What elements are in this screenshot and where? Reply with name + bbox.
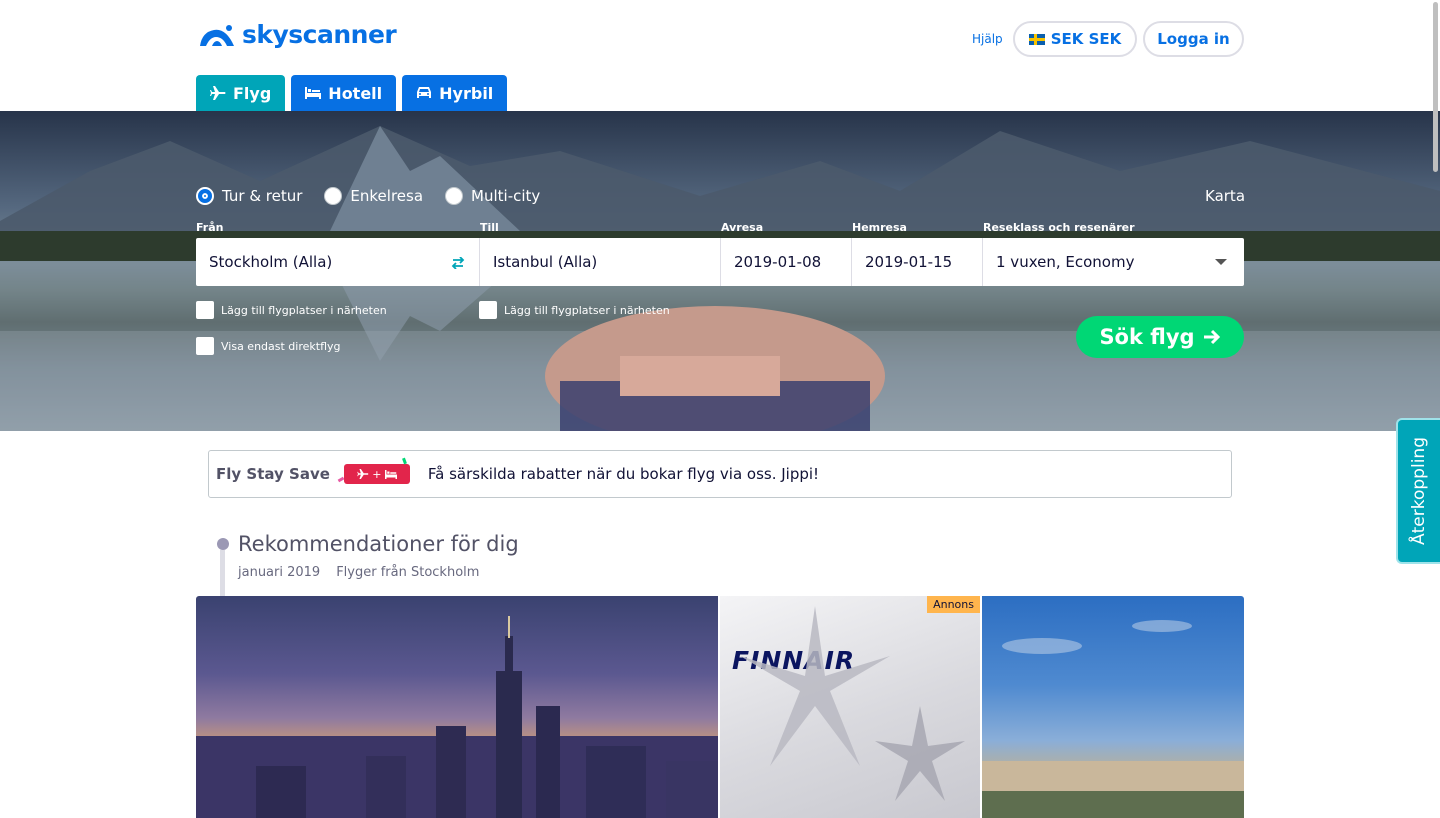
from-label: Från [196, 221, 224, 234]
plane-icon [357, 469, 369, 479]
timeline-dot [217, 538, 229, 550]
checkbox-label: Visa endast direktflyg [221, 339, 341, 353]
search-hero: Tur & retur Enkelresa Multi-city Karta F… [0, 111, 1440, 431]
checkbox[interactable] [196, 337, 214, 355]
map-link[interactable]: Karta [1205, 187, 1245, 205]
tab-label: Hyrbil [439, 83, 494, 103]
arrow-right-icon [1203, 329, 1220, 345]
depart-date-input[interactable]: 2019-01-08 [721, 238, 852, 286]
ad-label: Annons [927, 596, 980, 613]
plane-icon [210, 86, 226, 100]
promo-text: Få särskilda rabatter när du bokar flyg … [427, 465, 820, 483]
city-skyline-image [196, 616, 718, 818]
search-flights-button[interactable]: Sök flyg [1076, 316, 1244, 358]
tab-label: Flyg [233, 83, 272, 103]
top-header: skyscanner Hjälp SEK SEK Logga in Flyg H… [0, 0, 1440, 111]
to-label: Till [480, 221, 499, 234]
return-date-input[interactable]: 2019-01-15 [852, 238, 983, 286]
car-icon [417, 87, 432, 98]
recommendations-origin: Flyger från Stockholm [336, 565, 480, 580]
tab-car-hire[interactable]: Hyrbil [402, 75, 508, 111]
flight-hotel-badge: + [343, 464, 410, 484]
tab-label: Hotell [328, 83, 383, 103]
return-label: Hemresa [852, 221, 907, 234]
recommendations-subtitle: januari 2019 Flyger från Stockholm [238, 565, 479, 580]
from-input[interactable]: Stockholm (Alla) [196, 238, 480, 286]
checkbox-label: Lägg till flygplatser i närheten [504, 303, 670, 317]
bed-icon [384, 469, 397, 479]
logo-text: skyscanner [242, 20, 397, 49]
trip-type-label: Enkelresa [350, 187, 424, 205]
bed-icon [305, 87, 322, 99]
radio-button[interactable] [324, 187, 343, 205]
trip-type-multi-city[interactable]: Multi-city [445, 187, 540, 205]
trip-type-label: Multi-city [471, 187, 541, 205]
product-tabs: Flyg Hotell Hyrbil [196, 75, 508, 111]
checkbox-label: Lägg till flygplatser i närheten [221, 303, 387, 317]
search-button-label: Sök flyg [1099, 325, 1195, 349]
to-input[interactable]: Istanbul (Alla) [480, 238, 721, 286]
city-waterfront-image [982, 620, 1244, 818]
finnair-ad-card[interactable]: FINNAIR Annons [720, 596, 980, 818]
login-button[interactable]: Logga in [1143, 21, 1244, 57]
feedback-tab[interactable]: Återkoppling [1396, 418, 1440, 564]
tab-hotels[interactable]: Hotell [291, 75, 397, 111]
fly-stay-save-banner[interactable]: Fly Stay Save + Få särskilda rabatter nä… [208, 450, 1232, 498]
checkbox[interactable] [479, 301, 497, 319]
recommendation-card-city[interactable] [982, 596, 1244, 818]
swap-icon[interactable] [451, 257, 465, 269]
recommendations-month: januari 2019 [238, 565, 321, 580]
recommendations-title: Rekommendationer för dig [238, 532, 519, 556]
cloud-logo-icon [200, 24, 234, 46]
page-scrollbar[interactable] [1433, 2, 1438, 172]
checkbox[interactable] [196, 301, 214, 319]
trip-type-one-way[interactable]: Enkelresa [324, 187, 423, 205]
currency-button[interactable]: SEK SEK [1013, 21, 1137, 57]
chevron-down-icon[interactable] [1215, 259, 1227, 265]
sweden-flag-icon [1028, 33, 1045, 45]
radio-button[interactable] [196, 187, 214, 205]
feedback-label: Återkoppling [1409, 437, 1429, 545]
badge-plus: + [372, 467, 382, 481]
skyscanner-logo[interactable]: skyscanner [196, 20, 397, 49]
trip-type-options: Tur & retur Enkelresa Multi-city [196, 187, 540, 205]
nearby-to-checkbox[interactable]: Lägg till flygplatser i närheten [479, 301, 670, 319]
help-link[interactable]: Hjälp [972, 32, 1003, 46]
tab-flights[interactable]: Flyg [196, 75, 286, 111]
search-form: Tur & retur Enkelresa Multi-city Karta F… [0, 111, 1440, 431]
currency-label: SEK SEK [1050, 30, 1122, 48]
trip-type-round-trip[interactable]: Tur & retur [196, 187, 302, 205]
star-decoration-image [740, 606, 965, 801]
class-label: Reseklass och resenärer [983, 221, 1135, 234]
direct-only-checkbox[interactable]: Visa endast direktflyg [196, 337, 341, 355]
recommendation-card-new-york[interactable] [196, 596, 718, 818]
depart-label: Avresa [721, 221, 764, 234]
promo-brand: Fly Stay Save [216, 465, 330, 483]
radio-button[interactable] [445, 187, 464, 205]
nearby-from-checkbox[interactable]: Lägg till flygplatser i närheten [196, 301, 387, 319]
cabin-class-select[interactable]: 1 vuxen, Economy [983, 238, 1244, 286]
trip-type-label: Tur & retur [222, 187, 303, 205]
